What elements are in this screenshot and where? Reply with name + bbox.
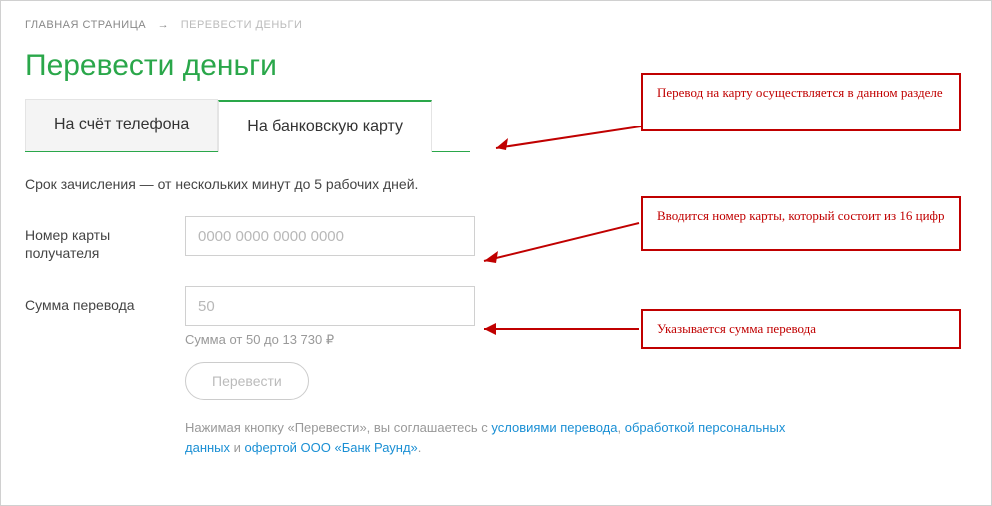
transfer-timing-info: Срок зачисления — от нескольких минут до… [25, 176, 967, 192]
amount-hint: Сумма от 50 до 13 730 ₽ [185, 332, 475, 348]
breadcrumb-arrow-icon: → [158, 19, 170, 31]
tab-card[interactable]: На банковскую карту [218, 100, 432, 152]
arrow-icon [486, 126, 646, 166]
disclaimer-prefix: Нажимая кнопку «Перевести», вы соглашает… [185, 420, 491, 435]
disclaimer-sep1: , [618, 420, 625, 435]
card-number-label: Номер карты получателя [25, 216, 185, 262]
transfer-button[interactable]: Перевести [185, 362, 309, 400]
breadcrumb: ГЛАВНАЯ СТРАНИЦА → ПЕРЕВЕСТИ ДЕНЬГИ [25, 19, 967, 31]
breadcrumb-home[interactable]: ГЛАВНАЯ СТРАНИЦА [25, 19, 146, 31]
arrow-icon [474, 321, 644, 341]
offer-link[interactable]: офертой ООО «Банк Раунд» [245, 440, 418, 455]
tabs: На счёт телефона На банковскую карту [25, 99, 470, 152]
disclaimer: Нажимая кнопку «Перевести», вы соглашает… [185, 418, 805, 457]
annotation-section: Перевод на карту осуществляется в данном… [641, 73, 961, 131]
amount-input[interactable] [185, 286, 475, 326]
terms-link[interactable]: условиями перевода [491, 420, 617, 435]
breadcrumb-current: ПЕРЕВЕСТИ ДЕНЬГИ [181, 19, 303, 31]
annotation-amount: Указывается сумма перевода [641, 309, 961, 349]
amount-label: Сумма перевода [25, 286, 185, 314]
annotation-card: Вводится номер карты, который состоит из… [641, 196, 961, 251]
disclaimer-suffix: . [418, 440, 422, 455]
arrow-icon [474, 217, 644, 267]
card-number-input[interactable] [185, 216, 475, 256]
tab-phone[interactable]: На счёт телефона [25, 99, 218, 151]
disclaimer-sep2: и [230, 440, 245, 455]
